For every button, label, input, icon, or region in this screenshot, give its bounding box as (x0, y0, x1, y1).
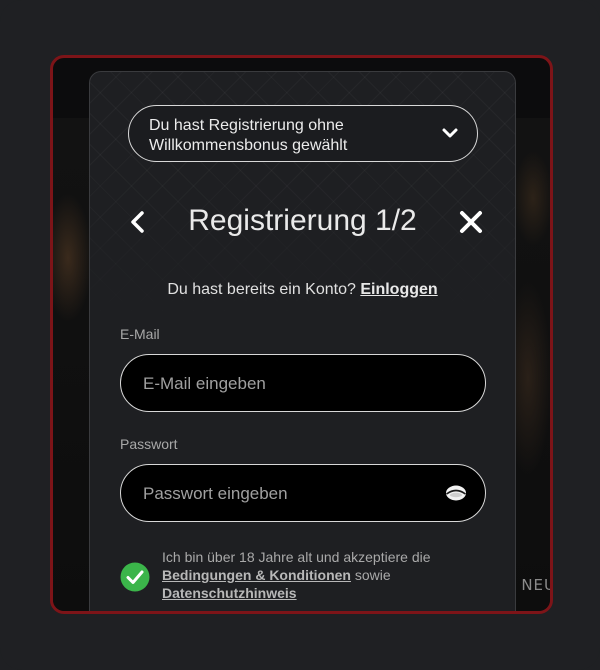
password-input[interactable] (141, 465, 435, 522)
email-field[interactable] (120, 354, 486, 412)
chevron-down-icon (442, 128, 458, 138)
email-input[interactable] (141, 355, 435, 412)
consent-text-middle: sowie (354, 567, 391, 583)
email-label: E-Mail (120, 326, 160, 342)
header-row: Registrierung 1/2 (90, 202, 515, 242)
close-icon[interactable] (459, 210, 483, 234)
eye-icon[interactable] (445, 483, 467, 503)
bonus-selector-text: Du hast Registrierung ohne Willkommensbo… (149, 117, 348, 154)
registration-modal: Du hast Registrierung ohne Willkommensbo… (89, 71, 516, 611)
password-label: Passwort (120, 436, 178, 452)
background-partial-label: NEU (521, 576, 553, 594)
highlight-frame: NEU Du hast Registrierung ohne Willkomme… (50, 55, 553, 614)
login-link[interactable]: Einloggen (360, 281, 437, 298)
consent-text-before: Ich bin über 18 Jahre alt und akzeptiere… (162, 549, 431, 565)
privacy-link[interactable]: Datenschutzhinweis (162, 585, 297, 601)
bonus-selector[interactable]: Du hast Registrierung ohne Willkommensbo… (128, 105, 478, 162)
login-prompt: Du hast bereits ein Konto? Einloggen (90, 281, 515, 299)
page-title: Registrierung 1/2 (188, 204, 417, 237)
login-prompt-text: Du hast bereits ein Konto? (167, 281, 356, 298)
password-field[interactable] (120, 464, 486, 522)
terms-link[interactable]: Bedingungen & Konditionen (162, 567, 351, 583)
screenshot-card: NEU Du hast Registrierung ohne Willkomme… (0, 0, 600, 670)
checkbox-checked-icon[interactable] (120, 562, 150, 592)
consent-text: Ich bin über 18 Jahre alt und akzeptiere… (162, 548, 492, 602)
